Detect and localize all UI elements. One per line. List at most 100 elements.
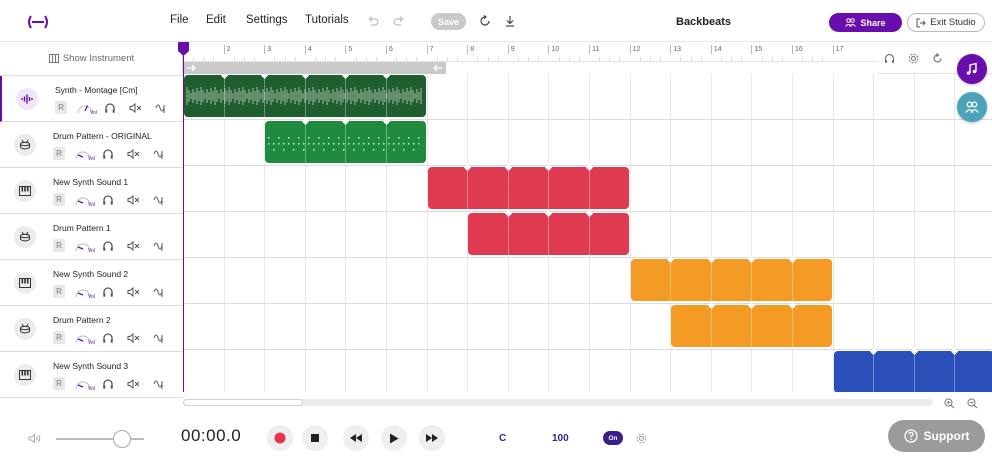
metronome-toggle[interactable]: On bbox=[603, 431, 623, 445]
ruler-bar-label: 9 bbox=[510, 46, 515, 53]
record-arm-button[interactable]: R bbox=[53, 239, 65, 252]
record-arm-button[interactable]: R bbox=[53, 377, 65, 390]
ruler-subtick bbox=[233, 57, 235, 61]
menu-file[interactable]: File bbox=[170, 14, 189, 26]
track-name: Synth - Montage [Cm] bbox=[55, 85, 138, 95]
solo-headphones-icon[interactable] bbox=[102, 239, 114, 257]
solo-headphones-icon[interactable] bbox=[102, 193, 114, 211]
mute-icon[interactable] bbox=[127, 239, 140, 257]
share-label: Share bbox=[860, 17, 886, 28]
track-header[interactable]: New Synth Sound 2 R Vol bbox=[0, 260, 183, 306]
metronome-settings-icon[interactable] bbox=[635, 432, 647, 444]
collaborate-button[interactable] bbox=[957, 92, 987, 122]
effects-icon[interactable] bbox=[153, 193, 165, 211]
audio-clip[interactable] bbox=[671, 301, 832, 347]
zoom-in-icon[interactable] bbox=[943, 397, 955, 409]
save-button[interactable]: Save bbox=[431, 13, 466, 30]
mute-icon[interactable] bbox=[127, 377, 140, 395]
loop-toggle-icon[interactable] bbox=[931, 52, 943, 64]
fast-forward-button[interactable] bbox=[419, 425, 445, 451]
solo-headphones-icon[interactable] bbox=[104, 101, 116, 119]
exit-studio-button[interactable]: Exit Studio bbox=[907, 13, 985, 32]
rewind-button[interactable] bbox=[343, 425, 369, 451]
redo-icon[interactable] bbox=[392, 14, 406, 28]
record-arm-button[interactable]: R bbox=[53, 147, 65, 160]
record-button[interactable] bbox=[267, 425, 293, 451]
volume-knob-label: Vol bbox=[88, 294, 95, 300]
mute-icon[interactable] bbox=[127, 285, 140, 303]
track-header[interactable]: Drum Pattern 2 R Vol bbox=[0, 306, 183, 352]
music-note-icon bbox=[966, 62, 977, 75]
mute-icon[interactable] bbox=[127, 193, 140, 211]
effects-icon[interactable] bbox=[153, 147, 165, 165]
record-arm-button[interactable]: R bbox=[53, 285, 65, 298]
ruler-tick bbox=[832, 45, 834, 54]
bpm-input[interactable]: 100 bbox=[552, 433, 569, 444]
loop-start-arrow-icon[interactable] bbox=[186, 64, 196, 72]
menu-settings[interactable]: Settings bbox=[246, 14, 288, 26]
playhead[interactable] bbox=[183, 44, 184, 392]
solo-headphones-icon[interactable] bbox=[102, 285, 114, 303]
master-volume-knob[interactable] bbox=[113, 430, 131, 448]
solo-headphones-icon[interactable] bbox=[102, 147, 114, 165]
record-arm-button[interactable]: R bbox=[53, 331, 65, 344]
effects-icon[interactable] bbox=[155, 101, 167, 119]
scrollbar-thumb[interactable] bbox=[183, 399, 303, 406]
effects-icon[interactable] bbox=[153, 331, 165, 349]
track-header[interactable]: Drum Pattern 1 R Vol bbox=[0, 214, 183, 260]
refresh-icon[interactable] bbox=[478, 14, 492, 28]
effects-icon[interactable] bbox=[153, 239, 165, 257]
instrument-library-button[interactable] bbox=[957, 54, 987, 84]
effects-icon[interactable] bbox=[153, 377, 165, 395]
audio-clip[interactable] bbox=[468, 209, 629, 255]
record-icon bbox=[274, 432, 286, 444]
solo-headphones-icon[interactable] bbox=[102, 331, 114, 349]
ruler-subtick bbox=[406, 57, 408, 61]
headphones-icon[interactable] bbox=[883, 52, 895, 64]
solo-headphones-icon[interactable] bbox=[102, 377, 114, 395]
menu-tutorials[interactable]: Tutorials bbox=[305, 14, 349, 26]
effects-icon[interactable] bbox=[153, 285, 165, 303]
key-selector[interactable]: C bbox=[499, 433, 506, 444]
menu-edit[interactable]: Edit bbox=[206, 14, 226, 26]
audio-clip[interactable] bbox=[427, 163, 629, 209]
grid-bar-line bbox=[832, 74, 834, 392]
record-arm-button[interactable]: R bbox=[53, 193, 65, 206]
ruler-bar-label: 4 bbox=[307, 46, 312, 53]
ruler-subtick bbox=[213, 57, 215, 61]
track-header[interactable]: Synth - Montage [Cm] R Vol bbox=[0, 76, 183, 122]
timeline-scrollbar[interactable] bbox=[183, 399, 933, 406]
track-name: New Synth Sound 1 bbox=[53, 177, 129, 187]
speaker-icon[interactable] bbox=[27, 432, 41, 444]
ruler-subtick bbox=[639, 57, 641, 61]
record-arm-button[interactable]: R bbox=[55, 101, 67, 114]
download-icon[interactable] bbox=[503, 14, 517, 28]
audio-clip[interactable] bbox=[630, 255, 832, 301]
ruler-bar-label: 8 bbox=[470, 46, 475, 53]
loop-end-arrow-icon[interactable] bbox=[433, 64, 443, 72]
undo-icon[interactable] bbox=[366, 14, 380, 28]
support-button[interactable]: Support bbox=[888, 420, 985, 452]
drum-icon bbox=[14, 318, 36, 340]
loop-region[interactable] bbox=[183, 62, 446, 74]
arrangement-grid[interactable] bbox=[183, 74, 992, 392]
timeline-ruler[interactable]: 2 3 4 5 6 7 8 9 10 11 12 13 14 15 16 17 bbox=[183, 42, 878, 62]
ruler-subtick bbox=[436, 57, 438, 61]
settings-gear-icon[interactable] bbox=[907, 52, 919, 64]
mute-icon[interactable] bbox=[127, 147, 140, 165]
audio-clip[interactable] bbox=[184, 74, 426, 117]
track-header[interactable]: New Synth Sound 3 R Vol bbox=[0, 352, 183, 398]
zoom-out-icon[interactable] bbox=[966, 397, 978, 409]
mute-icon[interactable] bbox=[127, 331, 140, 349]
mute-icon[interactable] bbox=[129, 101, 142, 119]
track-header[interactable]: Drum Pattern - ORIGINAL R Vol bbox=[0, 122, 183, 168]
ruler-subtick bbox=[619, 57, 621, 61]
track-header[interactable]: New Synth Sound 1 R Vol bbox=[0, 168, 183, 214]
audio-clip[interactable] bbox=[265, 117, 426, 163]
show-instrument-button[interactable]: Show Instrument bbox=[0, 42, 183, 76]
play-button[interactable] bbox=[381, 425, 407, 451]
brand-logo-icon[interactable] bbox=[26, 14, 50, 30]
stop-button[interactable] bbox=[302, 425, 328, 451]
audio-clip[interactable] bbox=[833, 347, 992, 392]
share-button[interactable]: Share bbox=[829, 13, 902, 32]
